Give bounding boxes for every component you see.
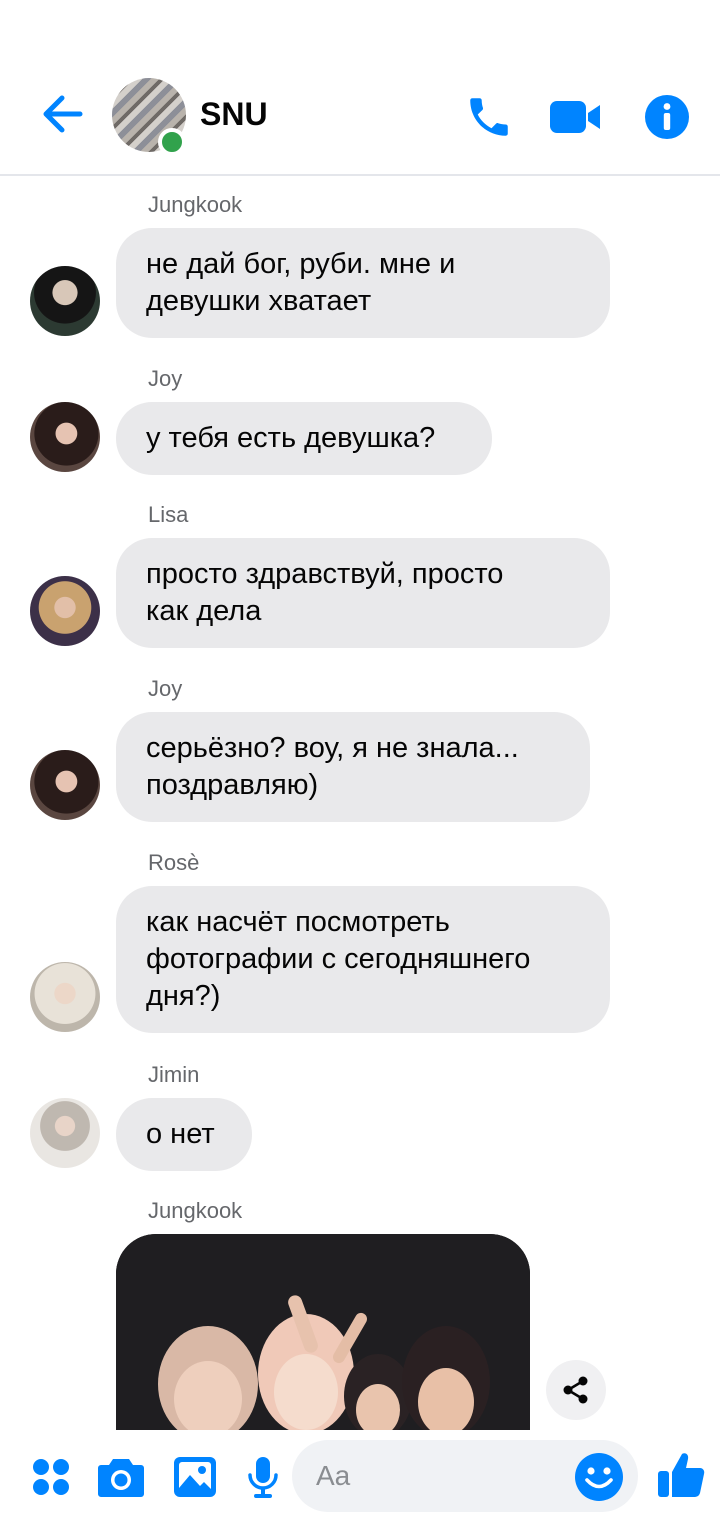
- sender-name: Rosè: [148, 850, 200, 875]
- message-list[interactable]: Jungkook не дай бог, руби. мне и девушки…: [0, 178, 720, 1430]
- sender-name: Joy: [148, 676, 183, 701]
- message-line: как насчёт посмотреть: [146, 906, 450, 938]
- avatar[interactable]: [30, 1098, 100, 1168]
- phone-icon: [470, 98, 508, 136]
- image-icon: [174, 1457, 216, 1497]
- message-line: о нет: [146, 1118, 215, 1150]
- avatar[interactable]: [30, 402, 100, 472]
- sender-name: Jimin: [148, 1062, 200, 1087]
- info-icon: [645, 95, 689, 139]
- message-line: просто здравствуй, просто: [146, 558, 504, 590]
- info-button[interactable]: [640, 90, 694, 144]
- avatar[interactable]: [30, 266, 100, 336]
- message-line: у тебя есть девушка?: [146, 422, 436, 454]
- avatar[interactable]: [30, 962, 100, 1032]
- like-button[interactable]: [654, 1448, 708, 1502]
- message-composer: [0, 1430, 720, 1520]
- message-line: поздравляю): [146, 769, 319, 801]
- message-line: как дела: [146, 595, 262, 627]
- message-line: девушки хватает: [146, 285, 372, 317]
- group-photo-image: [116, 1234, 530, 1430]
- video-camera-icon: [550, 101, 600, 133]
- message-bubble[interactable]: не дай бог, руби. мне и девушки хватает: [116, 228, 610, 338]
- sender-name: Joy: [148, 366, 183, 391]
- sender-name: Lisa: [148, 502, 189, 527]
- message-bubble[interactable]: у тебя есть девушка?: [116, 402, 492, 475]
- message-bubble[interactable]: как насчёт посмотреть фотографии с сегод…: [116, 886, 610, 1033]
- chat-title[interactable]: SNU: [200, 96, 268, 133]
- video-call-button[interactable]: [548, 90, 602, 144]
- avatar[interactable]: [30, 576, 100, 646]
- share-icon: [563, 1376, 588, 1404]
- message-line: дня?): [146, 980, 221, 1012]
- chat-header: SNU: [0, 0, 720, 176]
- smiley-icon: [575, 1453, 623, 1501]
- message-bubble[interactable]: серьёзно? воу, я не знала... поздравляю): [116, 712, 590, 822]
- photo-attachment[interactable]: [116, 1234, 530, 1430]
- message-bubble[interactable]: о нет: [116, 1098, 252, 1171]
- microphone-icon: [248, 1457, 278, 1498]
- voice-button[interactable]: [238, 1452, 288, 1502]
- arrow-left-icon: [43, 95, 83, 133]
- apps-grid-icon: [33, 1459, 69, 1495]
- gallery-button[interactable]: [170, 1452, 220, 1502]
- emoji-button[interactable]: [574, 1452, 624, 1502]
- thumbs-up-icon: [658, 1453, 705, 1497]
- apps-button[interactable]: [26, 1452, 76, 1502]
- sender-name: Jungkook: [148, 192, 243, 217]
- share-button[interactable]: [546, 1360, 606, 1420]
- camera-icon: [98, 1459, 144, 1497]
- sender-name: Jungkook: [148, 1198, 243, 1223]
- back-button[interactable]: [36, 90, 88, 138]
- audio-call-button[interactable]: [462, 90, 516, 144]
- message-bubble[interactable]: просто здравствуй, просто как дела: [116, 538, 610, 648]
- online-status-dot: [158, 128, 186, 156]
- camera-button[interactable]: [96, 1452, 146, 1502]
- avatar[interactable]: [30, 750, 100, 820]
- message-line: серьёзно? воу, я не знала...: [146, 732, 519, 764]
- message-line: не дай бог, руби. мне и: [146, 248, 456, 280]
- message-line: фотографии с сегодняшнего: [146, 943, 531, 975]
